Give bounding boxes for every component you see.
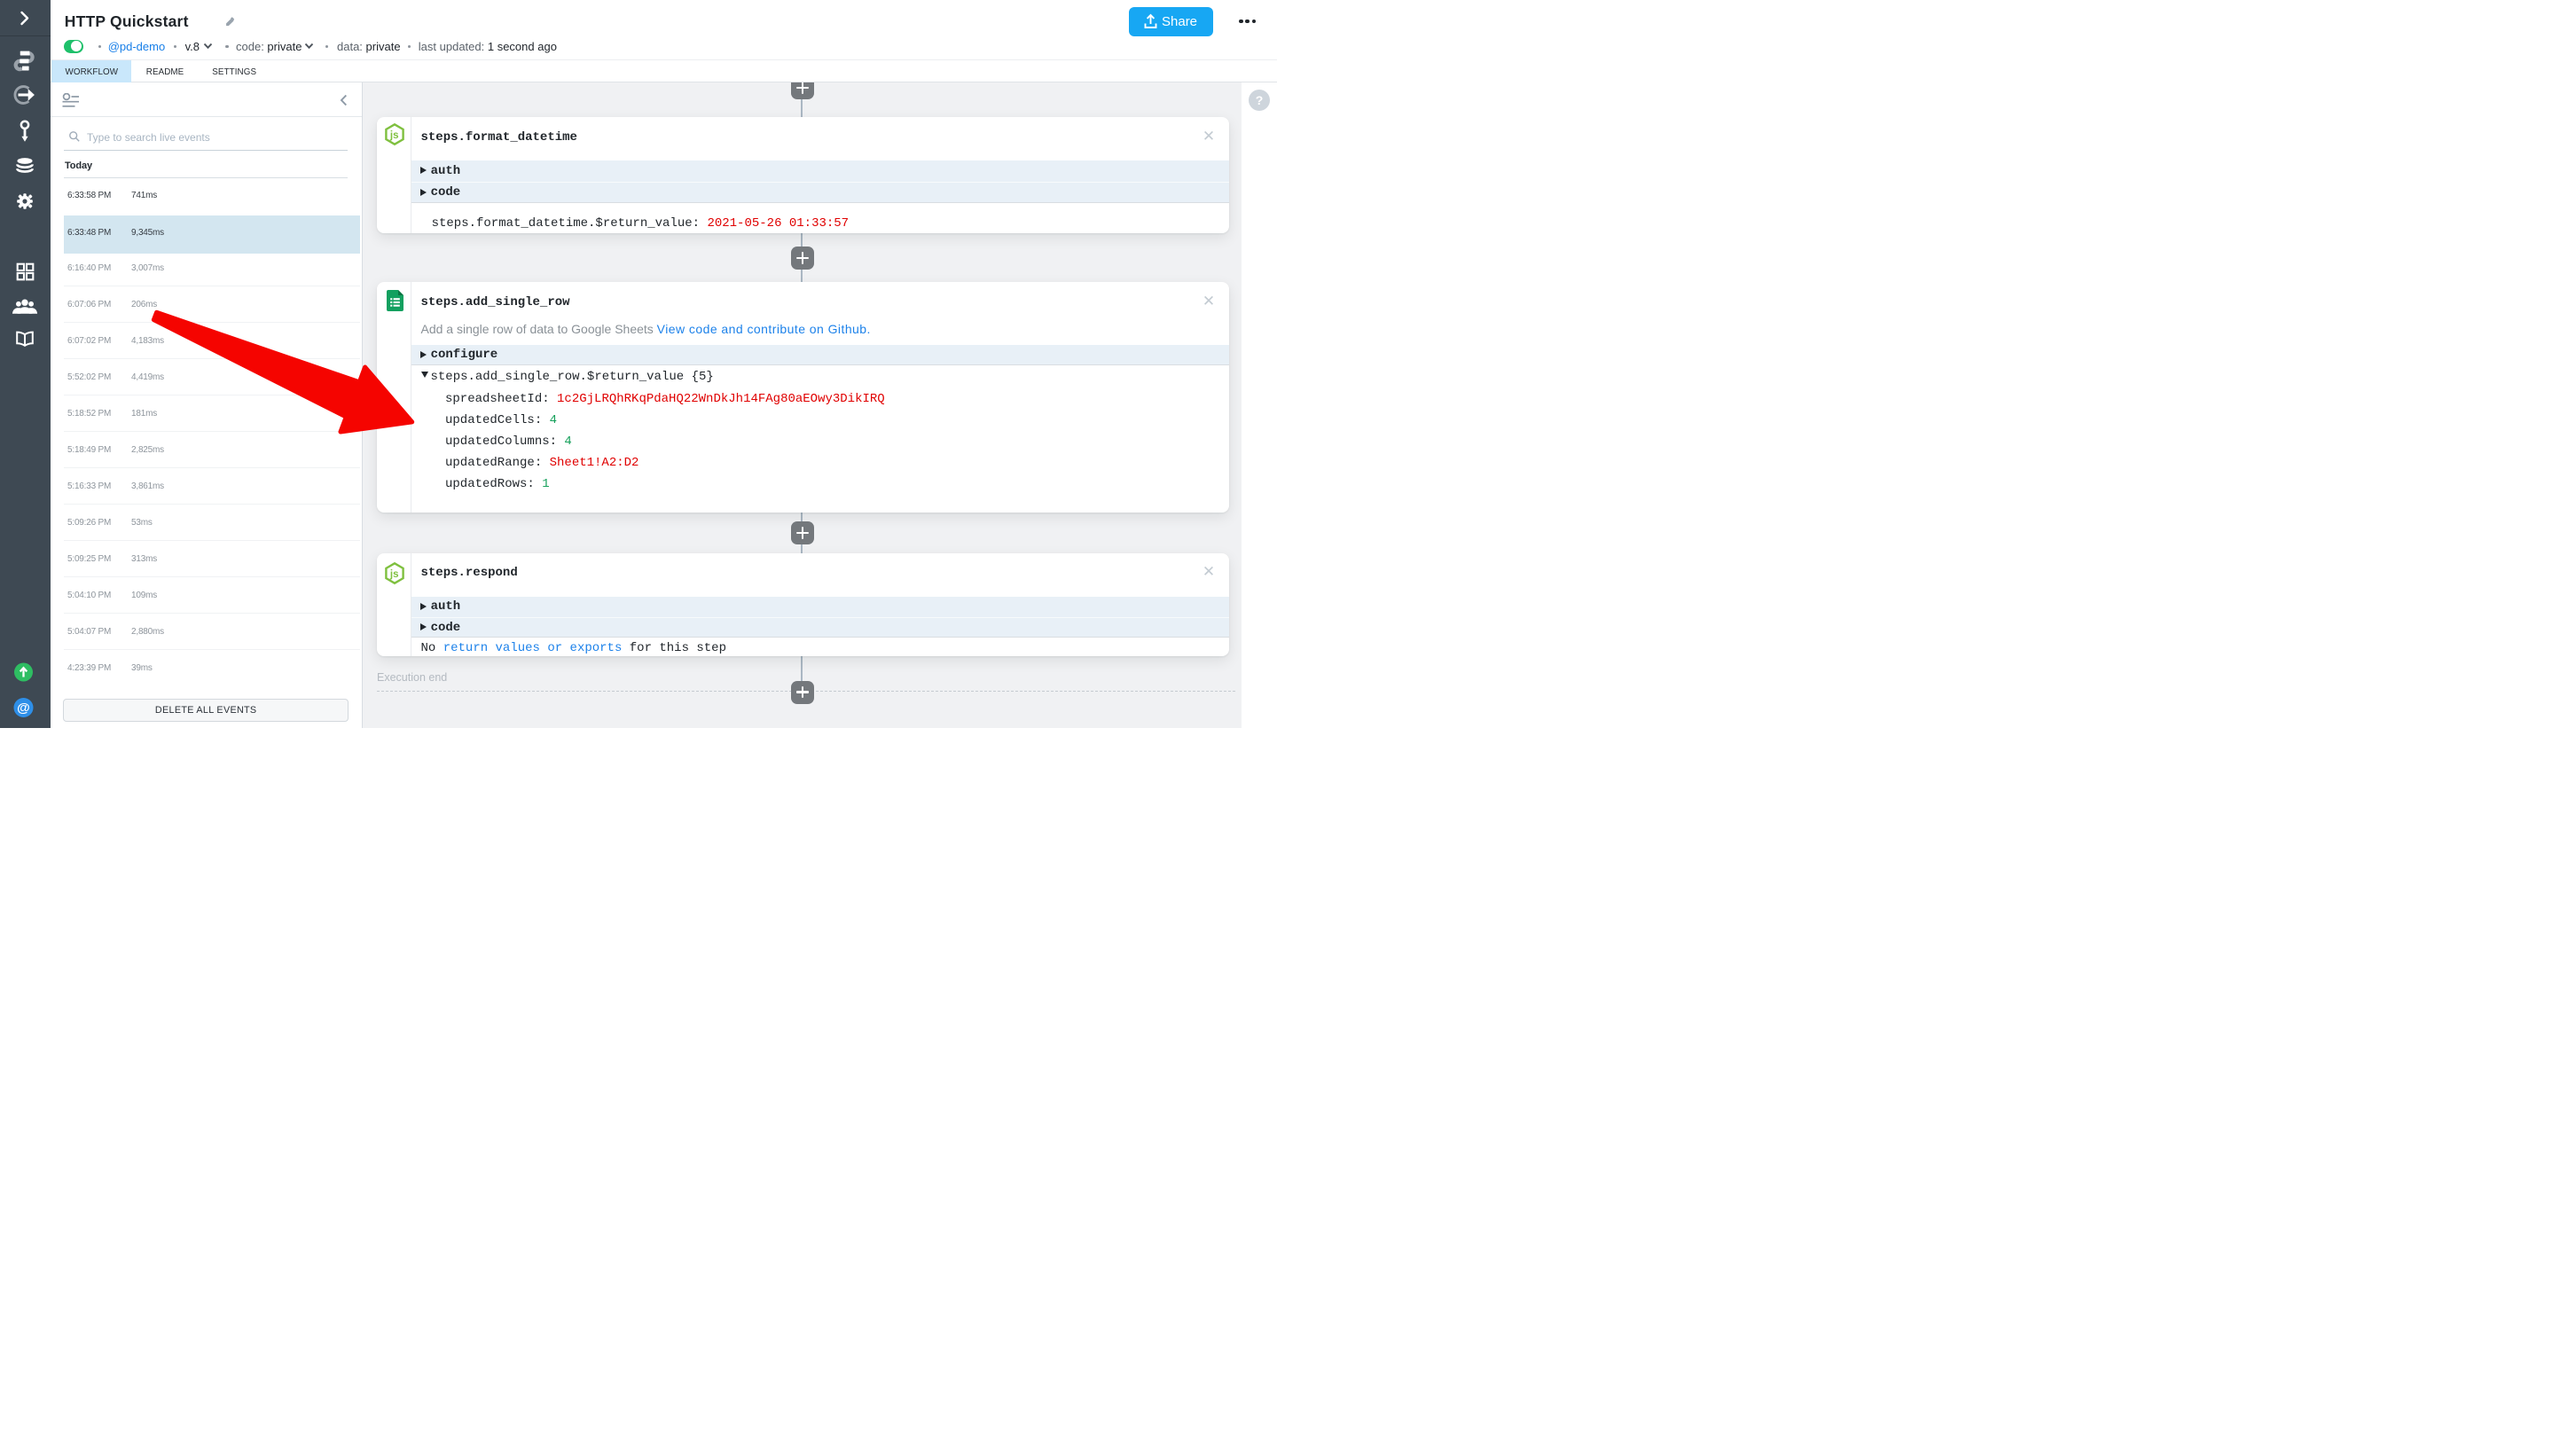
svg-text:js: js [389,569,399,580]
svg-text:@: @ [17,701,30,716]
svg-text:js: js [389,130,399,141]
